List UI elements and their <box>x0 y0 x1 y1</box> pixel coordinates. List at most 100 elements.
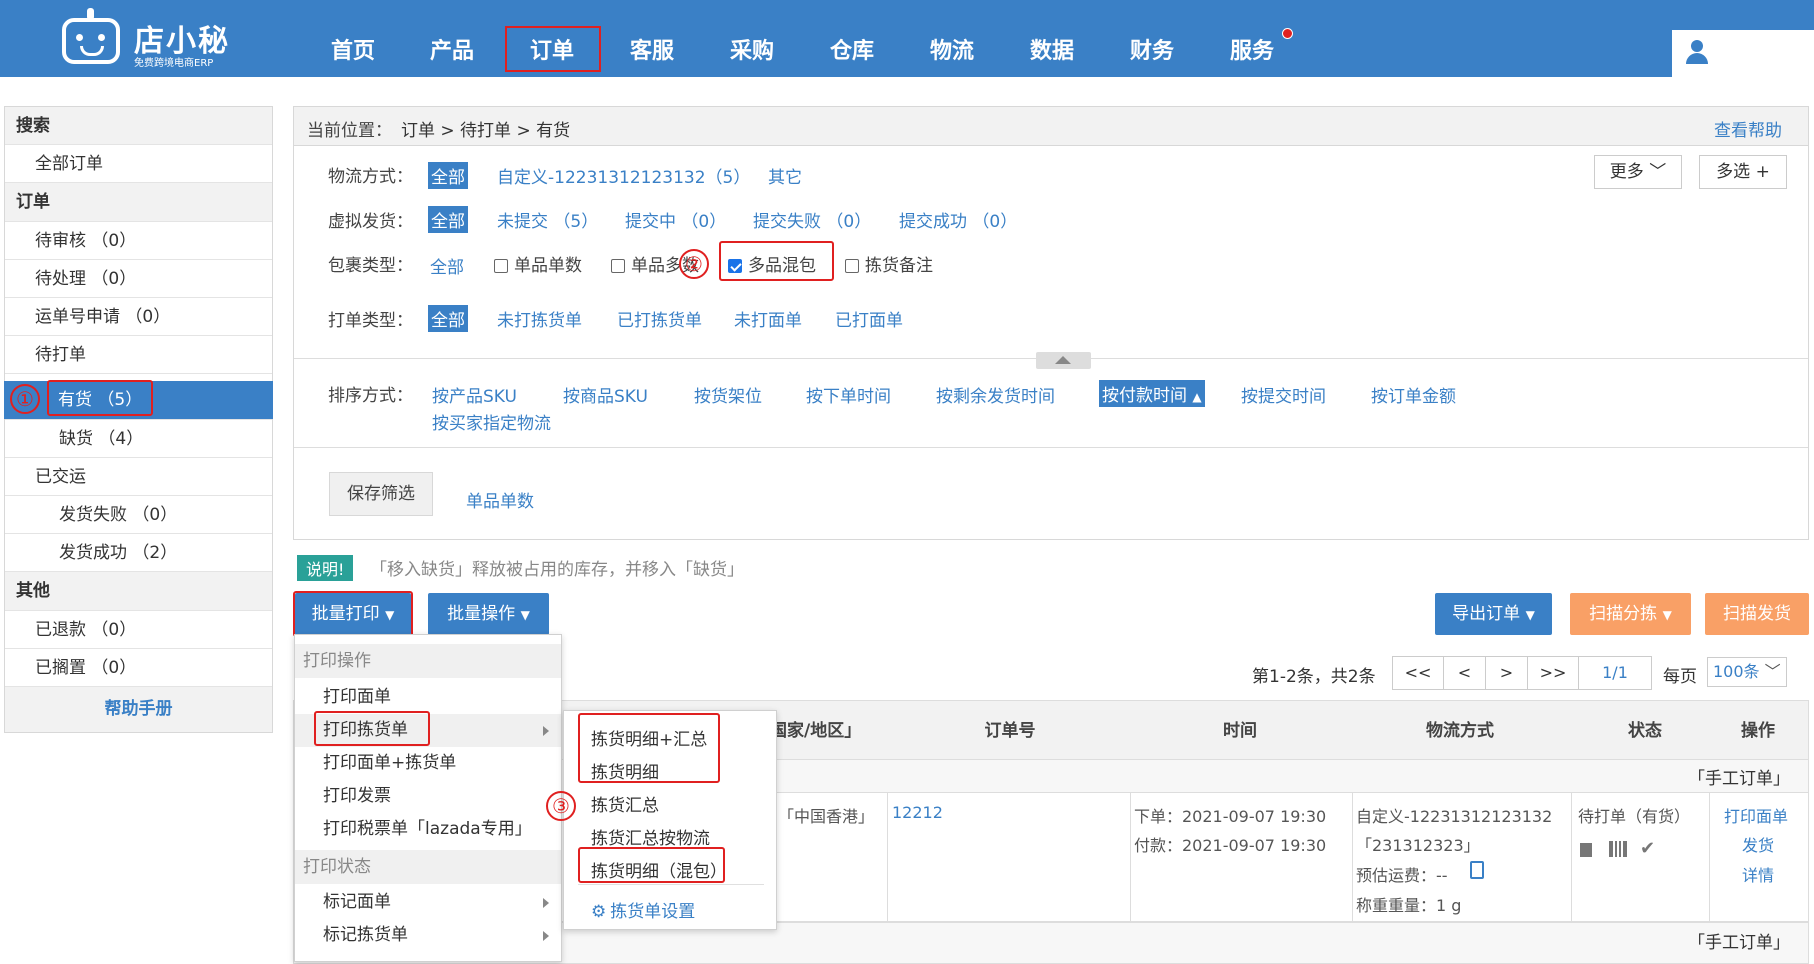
cell-tracking: 「231312323」 <box>1356 836 1480 855</box>
print-all[interactable]: 全部 <box>428 305 468 332</box>
pager-first[interactable]: << <box>1392 656 1444 690</box>
sort-product-sku[interactable]: 按产品SKU <box>432 382 517 407</box>
package-single-checkbox[interactable]: 单品单数 <box>494 251 582 276</box>
app-logo[interactable]: 店小秘 免费跨境电商ERP <box>60 8 240 70</box>
nav-finance[interactable]: 财务 <box>1130 33 1174 65</box>
cell-est-fee: 预估运费：-- <box>1356 866 1448 885</box>
saved-filter-single[interactable]: 单品单数 <box>466 487 534 512</box>
submenu-pick-summary[interactable]: 拣货汇总 <box>591 791 659 816</box>
print-unlabel[interactable]: 未打面单 <box>734 306 802 331</box>
sort-up-icon: ▲ <box>1192 390 1202 404</box>
op-detail[interactable]: 详情 <box>1742 862 1774 886</box>
sidebar-item-shipped[interactable]: 已交运 <box>5 458 272 496</box>
sidebar-item-pending-print[interactable]: 待打单 <box>5 336 272 374</box>
scan-ship-button[interactable]: 扫描发货 <box>1705 593 1809 635</box>
checkbox-icon <box>494 259 508 273</box>
menu-print-label[interactable]: 打印面单 <box>295 681 561 714</box>
logistics-other[interactable]: 其它 <box>768 163 802 188</box>
chevron-down-icon: ﹀ <box>1649 162 1667 182</box>
pager-last[interactable]: >> <box>1527 656 1579 690</box>
barcode-icon[interactable] <box>1609 841 1627 857</box>
scan-sort-button[interactable]: 扫描分拣 ▼ <box>1570 593 1691 635</box>
sort-remaining-time[interactable]: 按剩余发货时间 <box>936 382 1055 407</box>
sort-shelf[interactable]: 按货架位 <box>694 382 762 407</box>
submenu-pick-summary-logistics[interactable]: 拣货汇总按物流 <box>591 824 710 849</box>
th-logistics: 物流方式 <box>1426 721 1494 741</box>
pager-prev[interactable]: < <box>1443 656 1486 690</box>
collapse-toggle[interactable] <box>1036 352 1091 369</box>
sort-pay-time-label: 按付款时间 <box>1102 386 1187 406</box>
batch-print-menu: 打印操作 打印面单 打印拣货单 打印面单+拣货单 打印发票 打印税票单「laza… <box>294 634 562 962</box>
step-marker-3: ③ <box>546 791 576 821</box>
sort-goods-sku[interactable]: 按商品SKU <box>563 382 648 407</box>
virtual-submitting[interactable]: 提交中 （0） <box>625 207 726 232</box>
sort-pay-time[interactable]: 按付款时间 ▲ <box>1099 380 1205 407</box>
submenu-divider <box>578 884 764 885</box>
sidebar-item-all-orders[interactable]: 全部订单 <box>5 145 272 183</box>
op-print-label[interactable]: 打印面单 <box>1724 803 1788 827</box>
virtual-success[interactable]: 提交成功 （0） <box>899 207 1017 232</box>
calculator-icon[interactable] <box>1470 861 1484 879</box>
batch-ops-button[interactable]: 批量操作 ▼ <box>428 593 549 635</box>
print-unpicked[interactable]: 未打拣货单 <box>497 306 582 331</box>
save-filter-button[interactable]: 保存筛选 <box>329 472 433 516</box>
sidebar-item-pending-process[interactable]: 待处理 （0） <box>5 260 272 298</box>
sort-amount[interactable]: 按订单金额 <box>1371 382 1456 407</box>
nav-service[interactable]: 客服 <box>630 33 674 65</box>
highlight-box-pick-detail <box>578 713 720 783</box>
sidebar-help-manual[interactable]: 帮助手册 <box>5 687 272 732</box>
op-ship[interactable]: 发货 <box>1742 832 1774 856</box>
sidebar-item-shelved[interactable]: 已搁置 （0） <box>5 649 272 687</box>
nav-services[interactable]: 服务 <box>1230 33 1274 65</box>
nav-home[interactable]: 首页 <box>331 33 375 65</box>
menu-mark-pick[interactable]: 标记拣货单 <box>295 919 561 952</box>
virtual-failed[interactable]: 提交失败 （0） <box>753 207 871 232</box>
menu-print-label-and-pick[interactable]: 打印面单+拣货单 <box>295 747 561 780</box>
sidebar-item-pending-review[interactable]: 待审核 （0） <box>5 222 272 260</box>
nav-purchase[interactable]: 采购 <box>730 33 774 65</box>
nav-logistics[interactable]: 物流 <box>930 33 974 65</box>
export-button[interactable]: 导出订单 ▼ <box>1435 593 1552 635</box>
step-marker-1: ① <box>10 384 40 414</box>
virtual-all[interactable]: 全部 <box>428 206 468 233</box>
more-button[interactable]: 更多 ﹀ <box>1594 155 1682 189</box>
logistics-all[interactable]: 全部 <box>428 162 468 189</box>
package-note-checkbox[interactable]: 拣货备注 <box>845 251 933 276</box>
pager-page[interactable]: 1/1 <box>1578 656 1652 690</box>
cell-order-no[interactable]: 12212 <box>892 803 943 822</box>
sidebar-item-refunded[interactable]: 已退款 （0） <box>5 611 272 649</box>
multi-select-button[interactable]: 多选 + <box>1699 155 1787 189</box>
sort-submit-time[interactable]: 按提交时间 <box>1241 382 1326 407</box>
user-menu[interactable] <box>1672 30 1814 77</box>
virtual-unsubmitted[interactable]: 未提交 （5） <box>497 207 598 232</box>
sort-buyer-logistics[interactable]: 按买家指定物流 <box>432 409 551 434</box>
highlight-box-batch-print <box>293 591 413 637</box>
sidebar-item-waybill[interactable]: 运单号申请 （0） <box>5 298 272 336</box>
check-icon[interactable]: ✔ <box>1640 838 1655 859</box>
cell-logistics: 自定义-12231312123132 <box>1356 807 1553 826</box>
package-all[interactable]: 全部 <box>430 253 464 278</box>
th-country: 国家/地区」 <box>770 721 862 741</box>
nav-data[interactable]: 数据 <box>1030 33 1074 65</box>
nav-orders[interactable]: 订单 <box>530 33 574 65</box>
sidebar-head-orders: 订单 <box>5 183 272 222</box>
menu-print-tax-lazada[interactable]: 打印税票单「lazada专用」 <box>295 813 561 846</box>
sidebar-item-ship-success[interactable]: 发货成功 （2） <box>5 534 272 572</box>
print-picked[interactable]: 已打拣货单 <box>617 306 702 331</box>
per-page-select[interactable]: 100条 ﹀ <box>1707 657 1787 687</box>
menu-print-invoice[interactable]: 打印发票 <box>295 780 561 813</box>
menu-mark-label[interactable]: 标记面单 <box>295 886 561 919</box>
nav-products[interactable]: 产品 <box>430 33 474 65</box>
sort-order-time[interactable]: 按下单时间 <box>806 382 891 407</box>
help-link[interactable]: 查看帮助 <box>1714 116 1782 141</box>
cell-country: 「中国香港」 <box>778 807 875 826</box>
logistics-custom[interactable]: 自定义-12231312123132（5） <box>497 163 750 188</box>
nav-warehouse[interactable]: 仓库 <box>830 33 874 65</box>
sidebar-item-out-of-stock[interactable]: 缺货 （4） <box>5 420 272 458</box>
copy-icon[interactable] <box>1580 843 1592 857</box>
sidebar-item-ship-failed[interactable]: 发货失败 （0） <box>5 496 272 534</box>
pager-next[interactable]: > <box>1485 656 1528 690</box>
cell-weight: 称重重量：1 g <box>1356 896 1462 915</box>
submenu-pick-settings[interactable]: ⚙ 拣货单设置 <box>591 897 695 922</box>
print-label-done[interactable]: 已打面单 <box>835 306 903 331</box>
